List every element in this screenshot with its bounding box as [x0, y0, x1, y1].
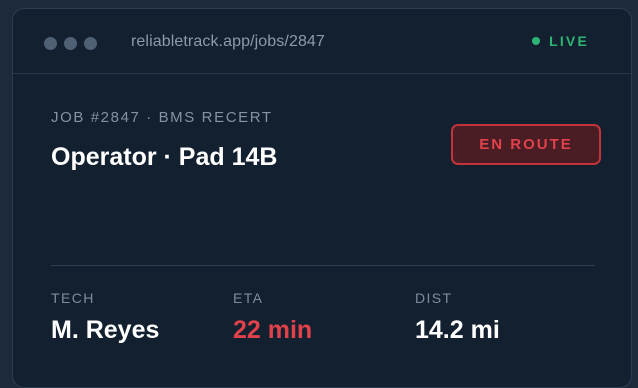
status-badge: EN ROUTE: [451, 124, 601, 165]
stat-tech-value: M. Reyes: [51, 316, 160, 344]
window-titlebar: reliabletrack.app/jobs/2847 LIVE: [13, 9, 631, 74]
live-dot-icon: [532, 37, 541, 45]
stat-tech: TECH M. Reyes: [51, 290, 159, 345]
stat-eta-label: ETA: [233, 290, 264, 306]
job-title: Operator · Pad 14B: [51, 143, 278, 171]
stat-eta: ETA 22 min: [233, 290, 312, 345]
stat-eta-value: 22 min: [233, 316, 313, 344]
stat-tech-label: TECH: [51, 290, 95, 306]
window-controls: [44, 37, 97, 50]
close-window-dot-icon[interactable]: [44, 37, 57, 50]
job-card-window: reliabletrack.app/jobs/2847 LIVE JOB #28…: [12, 8, 632, 388]
stat-dist-value: 14.2 mi: [415, 316, 500, 344]
address-bar-url[interactable]: reliabletrack.app/jobs/2847: [131, 33, 325, 51]
maximize-window-dot-icon[interactable]: [84, 37, 97, 50]
stat-dist-label: DIST: [415, 290, 453, 306]
divider: [51, 265, 595, 266]
stat-dist: DIST 14.2 mi: [415, 290, 500, 345]
minimize-window-dot-icon[interactable]: [64, 37, 77, 50]
live-label: LIVE: [549, 33, 589, 49]
live-indicator: LIVE: [532, 33, 589, 49]
job-eyebrow: JOB #2847 · BMS RECERT: [51, 109, 273, 126]
